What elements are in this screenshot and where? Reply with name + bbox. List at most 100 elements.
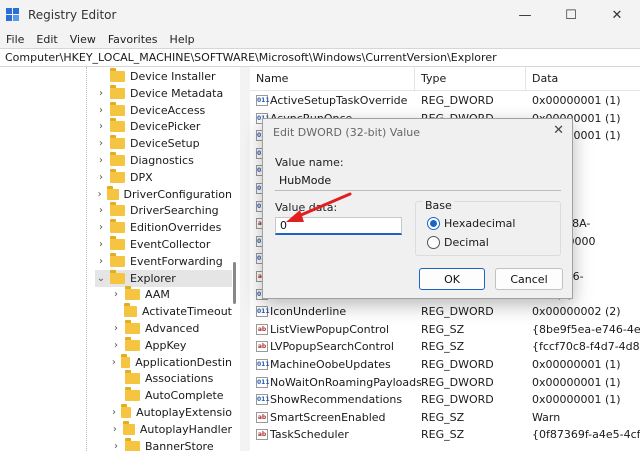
- column-divider[interactable]: [525, 67, 526, 91]
- chevron-icon[interactable]: ›: [95, 205, 107, 216]
- value-row[interactable]: ab LVPopupSearchControl REG_SZ {fccf70c8-f4…: [250, 338, 640, 356]
- tree-item[interactable]: Device Installer: [95, 68, 232, 85]
- minimize-button[interactable]: —: [502, 0, 548, 30]
- tree-item[interactable]: › AutoplayExtensio: [110, 404, 232, 421]
- menu-favorites[interactable]: Favorites: [102, 33, 164, 46]
- folder-icon: [110, 68, 125, 82]
- value-name: SmartScreenEnabled: [270, 410, 386, 424]
- column-header-name[interactable]: Name: [256, 72, 288, 85]
- value-row[interactable]: 011 NoWaitOnRoamingPayloads REG_DWORD 0x000…: [250, 374, 640, 392]
- tree-item[interactable]: › ApplicationDestin: [110, 353, 232, 371]
- menu-file[interactable]: File: [0, 33, 30, 46]
- tree-scrollbar[interactable]: [233, 262, 236, 304]
- value-row[interactable]: ab SmartScreenEnabled REG_SZ Warn: [250, 409, 640, 427]
- chevron-icon[interactable]: ›: [110, 441, 122, 451]
- chevron-icon[interactable]: ›: [110, 357, 118, 368]
- tree-item[interactable]: › DPX: [95, 168, 232, 186]
- chevron-icon[interactable]: ›: [110, 407, 118, 418]
- tree-item[interactable]: › DriverConfiguration: [95, 185, 232, 203]
- folder-icon: [125, 370, 140, 385]
- tree-item-label: AppKey: [145, 338, 187, 352]
- decimal-radio[interactable]: [427, 236, 440, 249]
- value-row[interactable]: 011 IconUnderline REG_DWORD 0x00000002 (2): [250, 303, 640, 321]
- tree-item[interactable]: › Diagnostics: [95, 152, 232, 169]
- value-type: REG_SZ: [421, 322, 465, 336]
- key-tree-pane[interactable]: Device Installer › Device Metadata › DeviceA…: [0, 67, 240, 451]
- chevron-icon[interactable]: ›: [95, 105, 107, 116]
- tree-item-label: EventForwarding: [130, 254, 223, 268]
- tree-item-label: DeviceSetup: [130, 137, 200, 151]
- cancel-button[interactable]: Cancel: [495, 268, 563, 290]
- tree-item[interactable]: › EditionOverrides: [95, 219, 232, 236]
- value-name: NoWaitOnRoamingPayloads: [270, 375, 422, 389]
- tree-item[interactable]: › DevicePicker: [95, 118, 232, 135]
- value-type: REG_DWORD: [421, 358, 494, 371]
- tree-item[interactable]: › EventCollector: [95, 236, 232, 253]
- value-row[interactable]: ab ListViewPopupControl REG_SZ {8be9f5ea-e7…: [250, 321, 640, 339]
- address-bar[interactable]: Computer\HKEY_LOCAL_MACHINE\SOFTWARE\Mic…: [0, 48, 640, 67]
- tree-item[interactable]: AutoComplete: [110, 387, 232, 404]
- tree-item[interactable]: ⌄ Explorer: [95, 269, 232, 287]
- maximize-button[interactable]: ☐: [548, 0, 594, 30]
- chevron-icon[interactable]: ›: [110, 289, 122, 300]
- reg-string-icon: ab: [256, 411, 268, 423]
- folder-icon: [125, 286, 140, 301]
- folder-icon: [110, 168, 125, 183]
- chevron-icon[interactable]: ›: [110, 323, 122, 334]
- chevron-icon[interactable]: ⌄: [95, 273, 107, 284]
- tree-item[interactable]: Associations: [110, 370, 232, 387]
- chevron-icon[interactable]: ›: [95, 189, 104, 200]
- tree-item[interactable]: › AutoplayHandler: [110, 420, 232, 438]
- chevron-icon[interactable]: ›: [95, 172, 107, 183]
- tree-item[interactable]: › Device Metadata: [95, 84, 232, 102]
- folder-icon: [122, 420, 135, 435]
- dialog-close-icon[interactable]: ✕: [553, 123, 564, 138]
- tree-item[interactable]: › EventForwarding: [95, 252, 232, 270]
- chevron-icon[interactable]: ›: [95, 138, 107, 149]
- chevron-icon[interactable]: ›: [95, 239, 107, 250]
- chevron-icon[interactable]: ›: [95, 88, 107, 99]
- tree-item-label: AAM: [145, 288, 170, 302]
- tree-item[interactable]: › AAM: [110, 286, 232, 303]
- registry-editor-app-icon: [6, 8, 20, 22]
- menu-view[interactable]: View: [64, 33, 102, 46]
- menu-help[interactable]: Help: [164, 33, 201, 46]
- value-name-label: Value name:: [275, 156, 344, 169]
- hexadecimal-label[interactable]: Hexadecimal: [444, 217, 515, 230]
- column-divider[interactable]: [414, 67, 415, 91]
- folder-icon: [110, 219, 125, 234]
- chevron-icon[interactable]: ›: [95, 155, 107, 166]
- chevron-icon[interactable]: ›: [95, 121, 107, 132]
- tree-item[interactable]: ActivateTimeout: [110, 303, 232, 320]
- column-header-type[interactable]: Type: [421, 72, 446, 85]
- tree-item[interactable]: › BannerStore: [110, 437, 232, 451]
- tree-item-label: AutoplayExtensio: [136, 406, 232, 419]
- chevron-icon[interactable]: ›: [110, 424, 120, 435]
- decimal-label[interactable]: Decimal: [444, 236, 489, 249]
- value-type: REG_DWORD: [421, 393, 494, 407]
- value-name: TaskScheduler: [270, 428, 349, 442]
- value-row[interactable]: ab TaskScheduler REG_SZ {0f87369f-a4e5-4cf: [250, 426, 640, 444]
- tree-item[interactable]: › Advanced: [110, 320, 232, 337]
- value-row[interactable]: 011 ShowRecommendations REG_DWORD 0x0000000…: [250, 391, 640, 409]
- close-button[interactable]: ✕: [594, 0, 640, 30]
- tree-item[interactable]: › DriverSearching: [95, 202, 232, 219]
- chevron-icon[interactable]: ›: [110, 340, 122, 351]
- tree-item[interactable]: › AppKey: [110, 336, 232, 354]
- tree-item[interactable]: › DeviceAccess: [95, 101, 232, 119]
- tree-item-label: BannerStore: [145, 439, 214, 451]
- value-data: 0x00000002 (2): [532, 305, 621, 319]
- ok-button[interactable]: OK: [419, 268, 485, 290]
- chevron-icon[interactable]: ›: [95, 222, 107, 233]
- base-label: Base: [423, 199, 454, 212]
- pane-splitter[interactable]: [240, 67, 250, 451]
- chevron-icon[interactable]: ›: [95, 256, 107, 267]
- hexadecimal-radio[interactable]: [427, 217, 440, 230]
- tree-item[interactable]: › DeviceSetup: [95, 135, 232, 152]
- value-row[interactable]: 011 ActiveSetupTaskOverride REG_DWORD 0x000…: [250, 92, 640, 110]
- column-header-data[interactable]: Data: [532, 72, 558, 85]
- tree-item-label: AutoplayHandler: [139, 422, 232, 436]
- reg-binary-icon: 011: [256, 394, 270, 406]
- menu-edit[interactable]: Edit: [30, 33, 63, 46]
- value-row[interactable]: 011 MachineOobeUpdates REG_DWORD 0x00000001…: [250, 356, 640, 374]
